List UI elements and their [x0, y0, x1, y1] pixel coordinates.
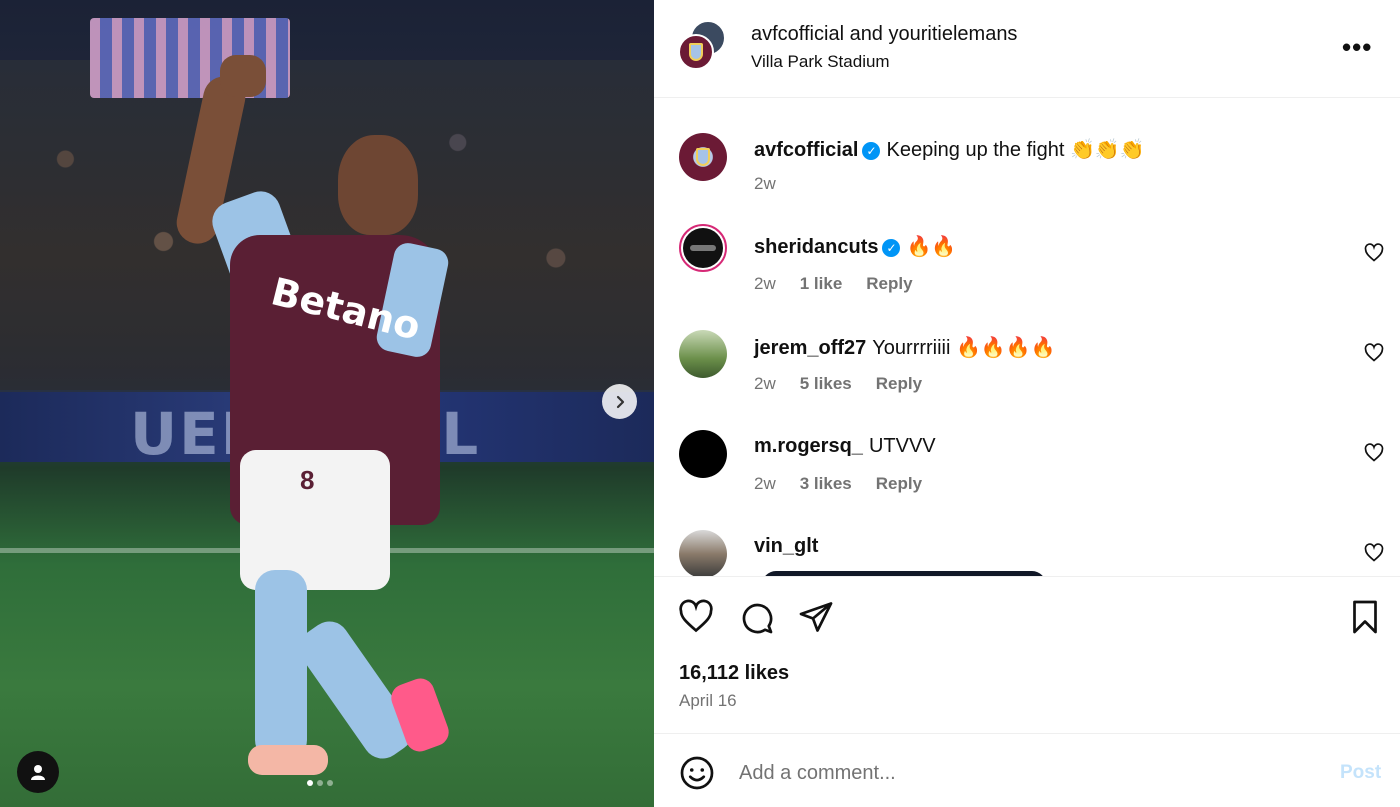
like-heart-icon[interactable] [678, 599, 714, 635]
comment-avatar-image [683, 228, 723, 268]
comment-username[interactable]: m.rogersq_ [754, 435, 863, 457]
likes-count[interactable]: 16,112 likes [679, 662, 789, 685]
comment-text: Yourrrriiii 🔥🔥🔥🔥 [872, 337, 1056, 359]
post-comment-button[interactable]: Post [1340, 762, 1381, 784]
left-boot [248, 745, 328, 775]
post-date[interactable]: April 16 [679, 691, 737, 711]
caption-meta: 2w [754, 174, 800, 194]
caption-time[interactable]: 2w [754, 174, 776, 193]
post-actions: 16,112 likes April 16 [654, 576, 1400, 734]
chevron-right-icon [616, 395, 624, 408]
comment-avatar[interactable] [679, 224, 727, 272]
carousel-dot [317, 780, 323, 786]
post-authors[interactable]: avfcofficial and youritielemans [751, 23, 1017, 46]
comment-avatar[interactable] [679, 530, 727, 576]
like-comment-heart-icon[interactable] [1364, 543, 1384, 563]
left-leg [255, 570, 307, 760]
raised-fist [220, 55, 266, 97]
caption-username[interactable]: avfcofficial [754, 139, 858, 161]
comment-time[interactable]: 2w [754, 274, 776, 293]
reply-button[interactable]: Reply [876, 474, 922, 493]
reply-button[interactable]: Reply [866, 274, 912, 293]
share-paper-plane-icon[interactable] [798, 599, 834, 635]
post-header: avfcofficial and youritielemans Villa Pa… [654, 0, 1400, 98]
comment-time[interactable]: 2w [754, 374, 776, 393]
author-avatar[interactable] [678, 34, 714, 70]
comment-username[interactable]: vin_glt [754, 535, 818, 557]
tagged-users-button[interactable] [17, 751, 59, 793]
comment-avatar[interactable] [679, 430, 727, 478]
reply-button[interactable]: Reply [876, 374, 922, 393]
comments-list[interactable]: avfcofficial ✓ Keeping up the fight 👏👏👏 2w… [654, 99, 1400, 576]
comment-text-line: vin_glt [754, 535, 824, 558]
carousel-dot [327, 780, 333, 786]
comment-likes[interactable]: 3 likes [800, 474, 852, 493]
logo-icon [690, 245, 716, 251]
comment-username[interactable]: jerem_off27 [754, 337, 866, 359]
comment-meta: 2w 1 like Reply [754, 274, 937, 294]
like-comment-heart-icon[interactable] [1364, 243, 1384, 263]
comment-text-line: sheridancuts ✓ 🔥🔥 [754, 234, 956, 259]
save-bookmark-icon[interactable] [1347, 599, 1383, 635]
carousel-indicator [307, 780, 333, 786]
like-comment-heart-icon[interactable] [1364, 443, 1384, 463]
caption-text: Keeping up the fight 👏👏👏 [886, 139, 1145, 161]
club-crest-icon [689, 43, 703, 61]
comment-username[interactable]: sheridancuts [754, 236, 878, 258]
like-comment-heart-icon[interactable] [1364, 343, 1384, 363]
carousel-dot [307, 780, 313, 786]
user-icon [31, 765, 45, 780]
club-crest-icon [696, 148, 710, 166]
comment-text: UTVVV [868, 435, 936, 457]
comment-text-line: m.rogersq_ UTVVV [754, 435, 936, 458]
comment-text: 🔥🔥 [906, 236, 957, 258]
caption-avatar[interactable] [679, 133, 727, 181]
comment-bubble-icon[interactable] [738, 599, 774, 635]
player-figure: Betano 8 [160, 55, 460, 775]
post-location[interactable]: Villa Park Stadium [751, 52, 890, 72]
add-comment-bar: Post [654, 735, 1400, 807]
comment-time[interactable]: 2w [754, 474, 776, 493]
emoji-smiley-icon[interactable] [679, 755, 715, 791]
comment-likes[interactable]: 1 like [800, 274, 843, 293]
verified-badge-icon: ✓ [882, 239, 901, 257]
comment-input[interactable] [739, 757, 1319, 789]
comment-meta: 2w 3 likes Reply [754, 474, 946, 494]
verified-badge-icon: ✓ [862, 142, 881, 160]
more-options-icon[interactable]: ••• [1342, 32, 1372, 63]
comment-avatar[interactable] [679, 330, 727, 378]
player-head [338, 135, 418, 235]
post-media[interactable]: UEFA NS L Betano 8 [0, 0, 654, 807]
player-shorts [240, 450, 390, 590]
caption-text-line: avfcofficial ✓ Keeping up the fight 👏👏👏 [754, 137, 1145, 162]
carousel-next-button[interactable] [602, 384, 637, 419]
post-detail-panel: avfcofficial and youritielemans Villa Pa… [654, 0, 1400, 807]
comment-text-line: jerem_off27 Yourrrriiii 🔥🔥🔥🔥 [754, 335, 1056, 360]
comment-likes[interactable]: 5 likes [800, 374, 852, 393]
shirt-number: 8 [300, 465, 315, 495]
comment-meta: 2w 5 likes Reply [754, 374, 946, 394]
